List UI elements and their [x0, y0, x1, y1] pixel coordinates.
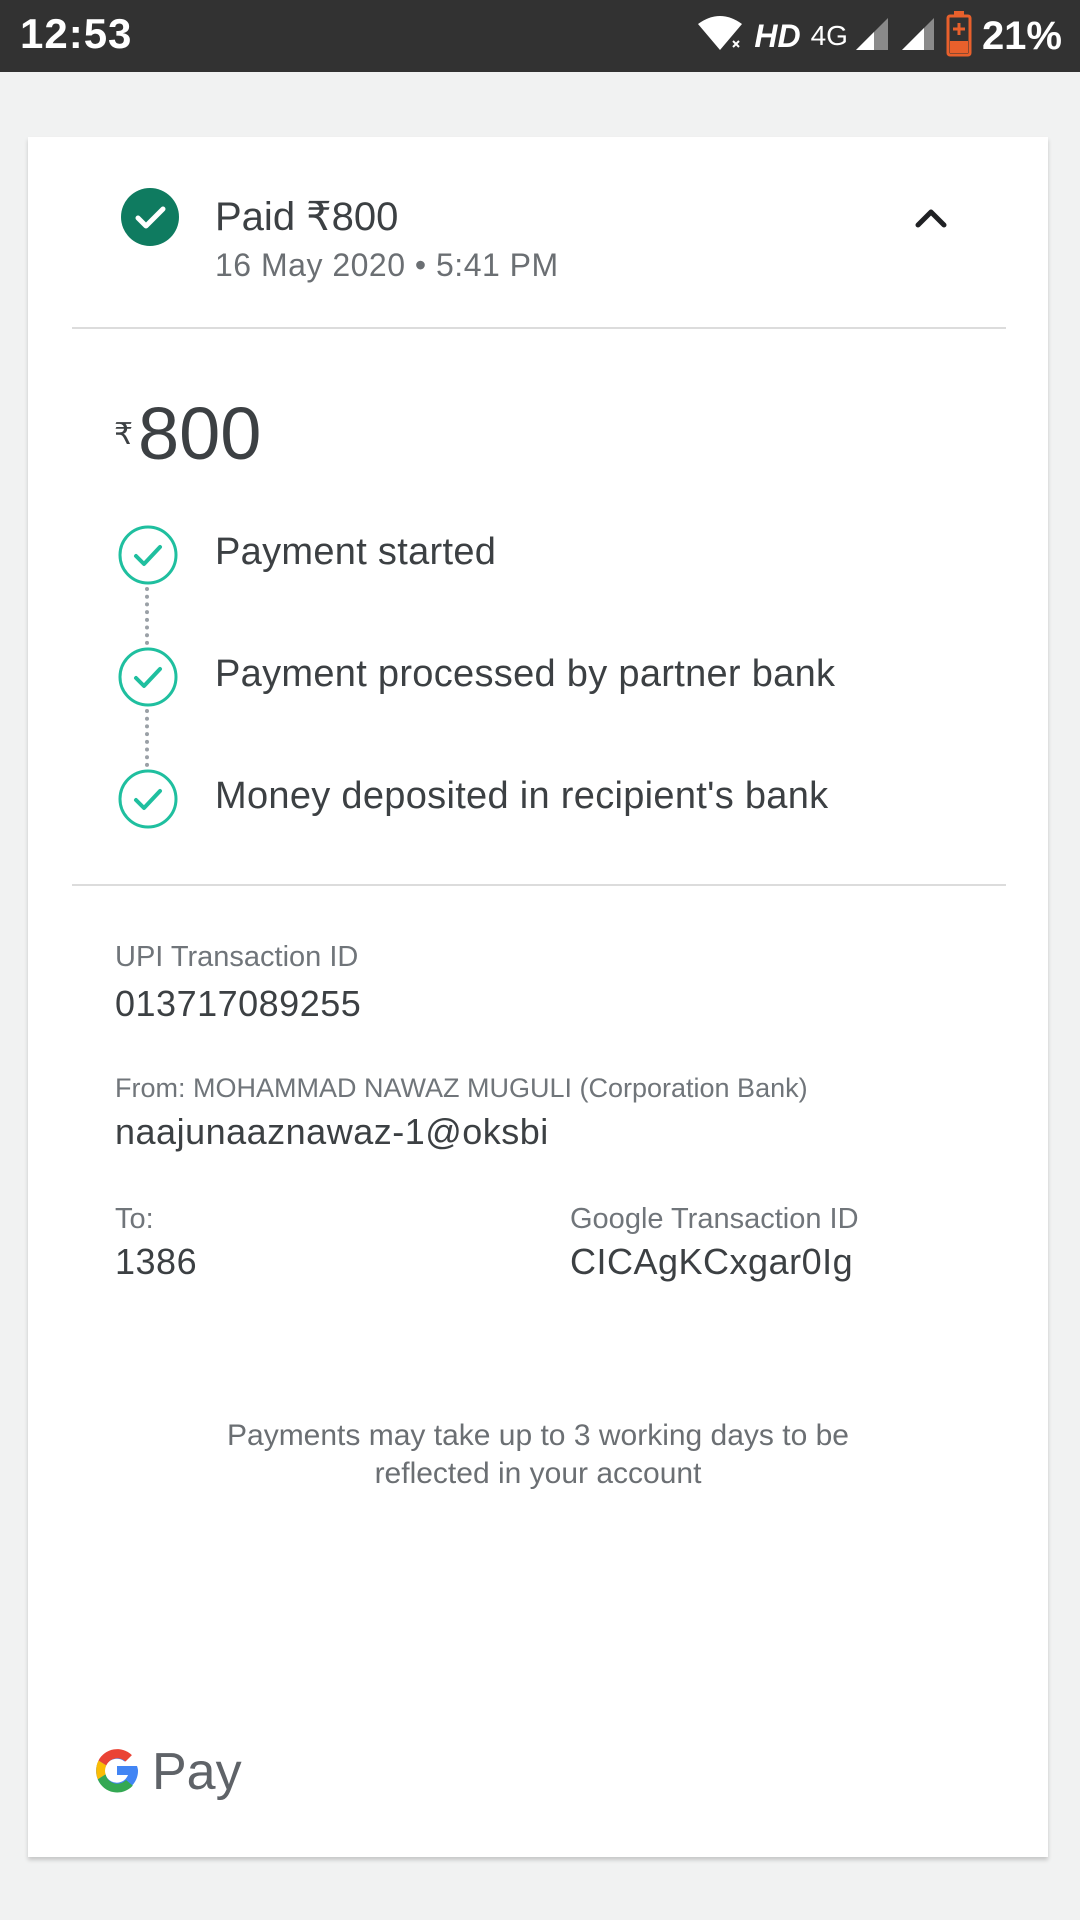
signal-icon — [854, 16, 890, 57]
step-label: Payment started — [215, 531, 497, 573]
upi-id-label: UPI Transaction ID — [115, 941, 359, 973]
status-icons: HD 4G 21% — [696, 8, 1062, 64]
step-label: Payment processed by partner bank — [215, 653, 836, 695]
to-label: To: — [115, 1203, 154, 1235]
notice-line: reflected in your account — [374, 1457, 702, 1490]
divider — [72, 884, 1006, 886]
chevron-up-icon[interactable] — [908, 195, 954, 241]
upi-id-value: 013717089255 — [115, 983, 362, 1024]
gpay-logo-text: Pay — [152, 1743, 242, 1801]
paid-check-icon — [120, 187, 180, 247]
google-txn-label: Google Transaction ID — [570, 1203, 859, 1235]
step-check-icon — [116, 767, 180, 831]
payment-title: Paid ₹800 — [215, 195, 399, 239]
step-check-icon — [116, 645, 180, 709]
settlement-notice: Payments may take up to 3 working days t… — [28, 1417, 1048, 1493]
step-connector — [145, 709, 149, 767]
network-type: 4G — [810, 20, 848, 51]
to-value: 1386 — [115, 1241, 198, 1282]
step-label: Money deposited in recipient's bank — [215, 775, 829, 817]
transaction-card: Paid ₹800 16 May 2020 • 5:41 PM ₹ 800 Pa… — [28, 137, 1048, 1857]
payment-date: 16 May 2020 • 5:41 PM — [215, 247, 559, 283]
step-check-icon — [116, 523, 180, 587]
notice-line: Payments may take up to 3 working days t… — [227, 1419, 849, 1452]
divider — [72, 327, 1006, 329]
hd-indicator: HD — [754, 17, 801, 54]
battery-icon — [946, 10, 972, 62]
wifi-icon — [696, 14, 744, 59]
amount-currency: ₹ — [114, 418, 134, 451]
google-txn-value: CICAgKCxgar0Ig — [570, 1241, 854, 1282]
from-upi-value: naajunaaznawaz-1@oksbi — [115, 1111, 549, 1152]
step-connector — [145, 587, 149, 645]
status-time: 12:53 — [20, 10, 133, 57]
from-label: From: MOHAMMAD NAWAZ MUGULI (Corporation… — [115, 1073, 808, 1103]
google-g-icon — [90, 1743, 144, 1802]
status-bar: 12:53 HD 4G 21% — [0, 0, 1080, 72]
signal-icon-2 — [900, 16, 936, 57]
amount-value: 800 — [138, 392, 262, 475]
battery-percent: 21% — [981, 13, 1062, 58]
gpay-logo: Pay — [90, 1737, 242, 1807]
